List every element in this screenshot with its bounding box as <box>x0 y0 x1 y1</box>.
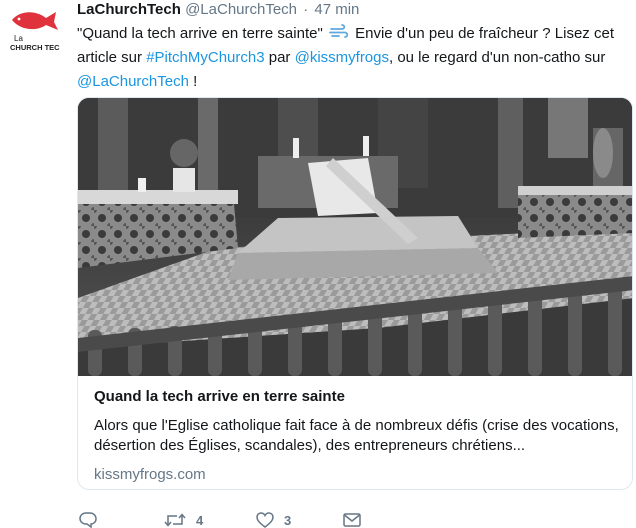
reply-icon <box>79 512 97 528</box>
retweet-icon <box>164 513 186 527</box>
reply-button[interactable] <box>79 512 97 528</box>
author-name[interactable]: LaChurchTech <box>77 1 181 18</box>
tweet-text-par: par <box>264 49 295 66</box>
tweet-actions: 4 3 <box>77 510 633 528</box>
card-body: Quand la tech arrive en terre sainte Alo… <box>94 387 622 485</box>
tweet-time[interactable]: 47 min <box>314 1 359 18</box>
retweet-button[interactable]: 4 <box>164 512 203 528</box>
separator-dot: · <box>303 1 309 18</box>
mention-link-kissmyfrogs[interactable]: @kissmyfrogs <box>295 49 389 66</box>
card-description: Alors que l'Eglise catholique fait face … <box>94 417 619 454</box>
lachurchtech-logo: La CHURCH TEC <box>10 12 60 52</box>
svg-text:CHURCH TEC: CHURCH TEC <box>10 43 60 52</box>
tweet-text-quote: "Quand la tech arrive en terre sainte" <box>77 25 323 42</box>
tweet-text: "Quand la tech arrive en terre sainte" E… <box>77 22 632 94</box>
church-interior-photo <box>78 98 632 376</box>
card-title[interactable]: Quand la tech arrive en terre sainte <box>94 387 622 407</box>
dash-emoji-icon <box>329 24 349 40</box>
hashtag-link[interactable]: #PitchMyChurch3 <box>146 49 264 66</box>
tweet-text-regard: , ou le regard d'un non-catho sur <box>389 49 606 66</box>
avatar[interactable]: La CHURCH TEC <box>6 4 62 60</box>
like-count: 3 <box>284 512 292 528</box>
heart-icon <box>256 512 274 528</box>
card-domain: kissmyfrogs.com <box>94 466 206 483</box>
envelope-icon <box>343 513 361 527</box>
tweet: LaChurchTech @LaChurchTech · 47 min "Qua… <box>77 0 636 528</box>
svg-text:La: La <box>14 34 23 43</box>
mention-link-lachurchtech[interactable]: @LaChurchTech <box>77 73 189 90</box>
author-handle[interactable]: @LaChurchTech <box>185 1 297 18</box>
link-card[interactable]: Quand la tech arrive en terre sainte Alo… <box>77 97 633 490</box>
tweet-text-end: ! <box>188 73 198 90</box>
retweet-count: 4 <box>196 512 204 528</box>
tweet-header: LaChurchTech @LaChurchTech · 47 min <box>77 0 636 22</box>
like-button[interactable]: 3 <box>256 512 291 528</box>
direct-message-button[interactable] <box>343 512 361 528</box>
card-image[interactable] <box>78 98 632 376</box>
